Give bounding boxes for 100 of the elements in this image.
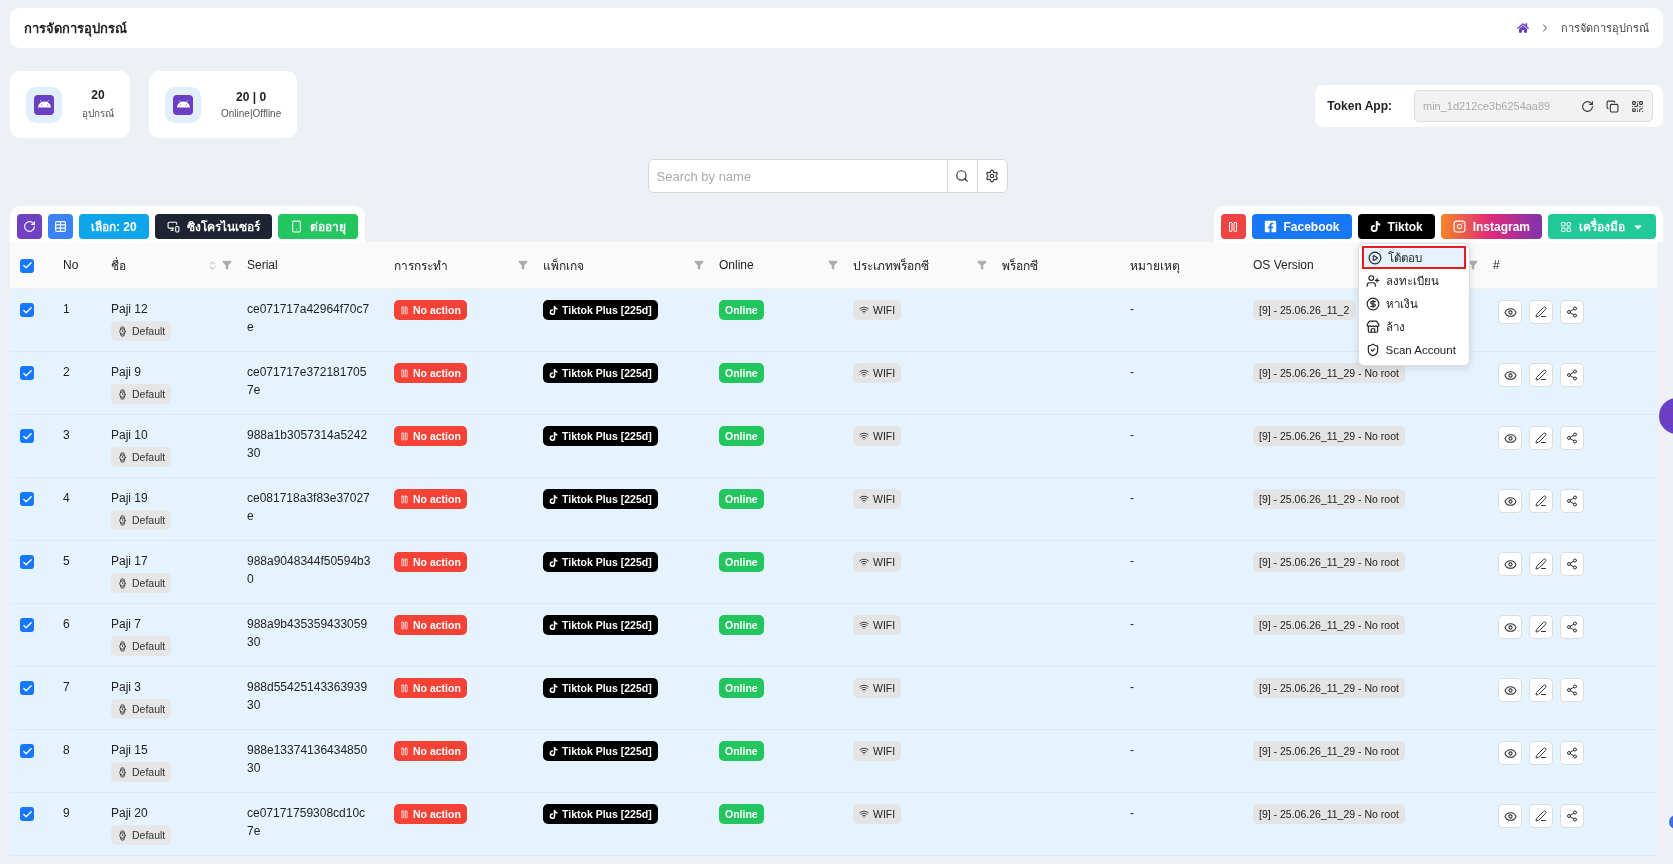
pen-icon	[1535, 369, 1547, 381]
filter-icon[interactable]	[1468, 260, 1478, 270]
home-icon[interactable]	[1517, 22, 1529, 34]
refresh-icon[interactable]	[1581, 99, 1594, 113]
pause-icon	[400, 557, 409, 567]
search-field[interactable]: Search by name	[647, 159, 1008, 193]
view-button[interactable]	[1498, 678, 1522, 702]
edit-button[interactable]	[1529, 363, 1553, 387]
stat-label: Online|Offline	[221, 108, 282, 119]
share-icon	[1566, 558, 1578, 570]
row-checkbox[interactable]	[20, 618, 34, 632]
row-number: 4	[63, 490, 71, 507]
eye-icon	[1503, 746, 1517, 760]
proxy-type-label: WIFI	[873, 682, 896, 694]
row-number: 8	[63, 742, 71, 759]
grid-view-button[interactable]	[48, 214, 73, 239]
menu-item[interactable]: หาเงิน	[1361, 292, 1466, 315]
share-button[interactable]	[1560, 300, 1584, 324]
wifi-icon	[859, 683, 869, 693]
watch-icon	[117, 829, 128, 841]
share-button[interactable]	[1560, 741, 1584, 765]
view-button[interactable]	[1498, 489, 1522, 513]
edit-button[interactable]	[1529, 426, 1553, 450]
view-button[interactable]	[1498, 300, 1522, 324]
view-button[interactable]	[1498, 426, 1522, 450]
menu-item[interactable]: Scan Account	[1361, 338, 1466, 361]
edit-button[interactable]	[1529, 615, 1553, 639]
online-status: Online	[719, 552, 764, 572]
online-status: Online	[719, 300, 764, 320]
eye-icon	[1503, 494, 1517, 508]
view-button[interactable]	[1498, 552, 1522, 576]
pen-icon	[1535, 432, 1547, 444]
serial-number: 988a9048344f50594b30	[247, 553, 371, 588]
copy-icon[interactable]	[1606, 99, 1619, 113]
device-name: Paji 19	[111, 490, 149, 507]
column-header: ประเภทพร็อกซี	[853, 257, 930, 275]
row-checkbox[interactable]	[20, 555, 34, 569]
edit-button[interactable]	[1529, 552, 1553, 576]
view-button[interactable]	[1498, 615, 1522, 639]
share-button[interactable]	[1560, 804, 1584, 828]
menu-item[interactable]: ล้าง	[1361, 315, 1466, 338]
note-text: -	[1130, 364, 1135, 381]
share-button[interactable]	[1560, 552, 1584, 576]
watch-icon	[117, 703, 128, 715]
qr-code-icon[interactable]	[1631, 99, 1644, 113]
edit-button[interactable]	[1529, 804, 1553, 828]
refresh-button[interactable]	[17, 214, 42, 239]
row-checkbox[interactable]	[20, 366, 34, 380]
instagram-button[interactable]: Instagram	[1440, 214, 1542, 239]
edit-button[interactable]	[1529, 300, 1553, 324]
row-checkbox[interactable]	[20, 303, 34, 317]
row-number: 2	[63, 364, 71, 381]
row-number: 7	[63, 679, 71, 696]
facebook-button[interactable]: Facebook	[1251, 214, 1352, 239]
pause-button[interactable]	[1220, 214, 1246, 239]
share-button[interactable]	[1560, 615, 1584, 639]
menu-item[interactable]: โต้ตอบ	[1361, 246, 1466, 269]
package-label: Tiktok Plus [225d]	[562, 808, 652, 820]
search-icon	[955, 169, 969, 183]
pen-icon	[1535, 810, 1547, 822]
edit-button[interactable]	[1529, 678, 1553, 702]
sync-button[interactable]: ซิงโครไนเซอร์	[154, 214, 272, 239]
row-checkbox[interactable]	[20, 681, 34, 695]
view-button[interactable]	[1498, 741, 1522, 765]
wifi-icon	[859, 746, 869, 756]
stat-value: 20 | 0	[236, 90, 267, 104]
edit-button[interactable]	[1529, 741, 1553, 765]
store-icon	[1365, 319, 1380, 334]
menu-item[interactable]: ลงทะเบียน	[1361, 269, 1466, 292]
share-button[interactable]	[1560, 678, 1584, 702]
row-checkbox[interactable]	[20, 429, 34, 443]
edit-button[interactable]	[1529, 489, 1553, 513]
eye-icon	[1503, 557, 1517, 571]
column-header: พร็อกซี	[1002, 257, 1039, 275]
view-button[interactable]	[1498, 363, 1522, 387]
note-text: -	[1130, 742, 1135, 759]
row-checkbox[interactable]	[20, 744, 34, 758]
column-header: Serial	[247, 258, 279, 272]
settings-button[interactable]	[976, 160, 1007, 192]
wifi-icon	[859, 620, 869, 630]
row-checkbox[interactable]	[20, 807, 34, 821]
eye-icon	[1503, 368, 1517, 382]
tiktok-button[interactable]: Tiktok	[1357, 214, 1435, 239]
tag-label: Default	[132, 451, 166, 463]
tiktok-icon	[549, 494, 558, 504]
view-button[interactable]	[1498, 804, 1522, 828]
os-version: [9] - 25.06.26_11_29 - No root	[1253, 615, 1405, 635]
column-header: OS Version	[1253, 258, 1315, 272]
tiktok-icon	[549, 809, 558, 819]
note-text: -	[1130, 679, 1135, 696]
row-checkbox[interactable]	[20, 492, 34, 506]
proxy-type-label: WIFI	[873, 745, 896, 757]
share-icon	[1566, 495, 1578, 507]
column-header: No	[63, 258, 80, 272]
select-all-checkbox[interactable]	[20, 258, 34, 273]
share-button[interactable]	[1560, 489, 1584, 513]
share-button[interactable]	[1560, 426, 1584, 450]
share-button[interactable]	[1560, 363, 1584, 387]
breadcrumb-item[interactable]: การจัดการอุปกรณ์	[1561, 19, 1649, 37]
column-header: หมายเหตุ	[1130, 257, 1181, 275]
